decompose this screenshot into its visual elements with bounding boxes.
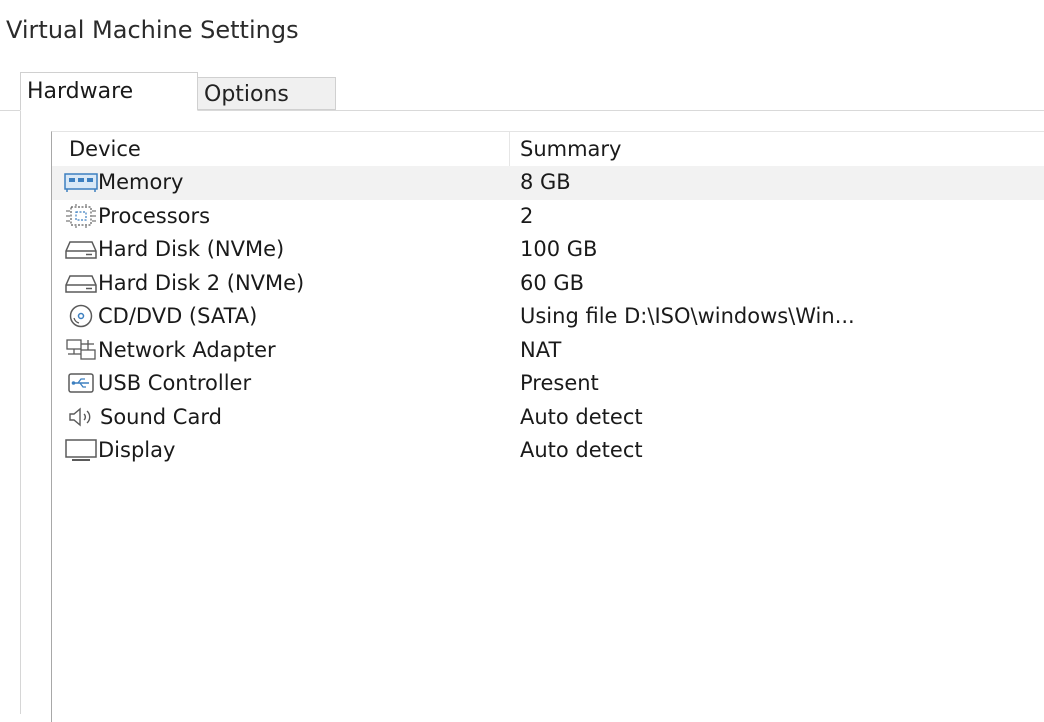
device-name: CD/DVD (SATA) [98, 304, 258, 328]
device-summary: NAT [520, 337, 562, 362]
tab-strip: Hardware Options [0, 72, 1044, 111]
device-summary: Auto detect [520, 438, 643, 462]
device-row-hard-disk-nvme[interactable]: Hard Disk (NVMe) 100 GB [52, 233, 1044, 267]
device-name: Display [98, 438, 176, 462]
window-title: Virtual Machine Settings [6, 16, 299, 44]
usb-controller-icon [68, 373, 94, 393]
device-rows: Memory 8 GB Processors 2 Hard Disk (NVMe… [52, 166, 1044, 468]
device-row-sound-card[interactable]: Sound Card Auto detect [52, 401, 1044, 435]
device-summary: 2 [520, 203, 534, 228]
network-adapter-icon [66, 338, 96, 360]
device-row-usb-controller[interactable]: USB Controller Present [52, 367, 1044, 401]
device-name: Hard Disk (NVMe) [98, 237, 285, 261]
column-header-summary[interactable]: Summary [520, 137, 621, 161]
column-divider[interactable] [509, 132, 510, 166]
device-row-processors[interactable]: Processors 2 [52, 200, 1044, 234]
device-row-hard-disk-2-nvme[interactable]: Hard Disk 2 (NVMe) 60 GB [52, 267, 1044, 301]
device-summary: 100 GB [520, 237, 598, 261]
memory-icon [64, 173, 98, 192]
device-list[interactable]: Device Summary Memory 8 GB Processors 2 … [51, 131, 1044, 722]
device-row-display[interactable]: Display Auto detect [52, 434, 1044, 468]
device-summary: Auto detect [520, 404, 643, 429]
tab-hardware[interactable]: Hardware [20, 72, 198, 111]
device-summary: 60 GB [520, 270, 585, 295]
device-summary: Using file D:\ISO\windows\Win... [520, 304, 855, 328]
device-name: Processors [98, 203, 211, 228]
device-row-network-adapter[interactable]: Network Adapter NAT [52, 334, 1044, 368]
device-name: Hard Disk 2 (NVMe) [98, 270, 305, 295]
processor-icon [66, 203, 96, 228]
device-name: USB Controller [98, 371, 252, 395]
device-summary: 8 GB [520, 170, 571, 194]
hard-disk-icon [65, 241, 97, 259]
device-name: Sound Card [100, 404, 222, 429]
tab-options[interactable]: Options [198, 77, 336, 110]
device-row-cd-dvd-sata[interactable]: CD/DVD (SATA) Using file D:\ISO\windows\… [52, 300, 1044, 334]
device-name: Memory [98, 170, 184, 194]
cd-dvd-icon [69, 304, 93, 328]
column-header-device[interactable]: Device [69, 137, 141, 161]
display-icon [65, 439, 97, 461]
device-summary: Present [520, 371, 599, 395]
device-name: Network Adapter [98, 337, 276, 362]
hard-disk-icon [65, 274, 97, 293]
hardware-tab-panel: Device Summary Memory 8 GB Processors 2 … [20, 110, 1044, 722]
device-list-header: Device Summary [52, 132, 1044, 166]
sound-card-icon [69, 407, 91, 426]
device-row-memory[interactable]: Memory 8 GB [52, 166, 1044, 200]
